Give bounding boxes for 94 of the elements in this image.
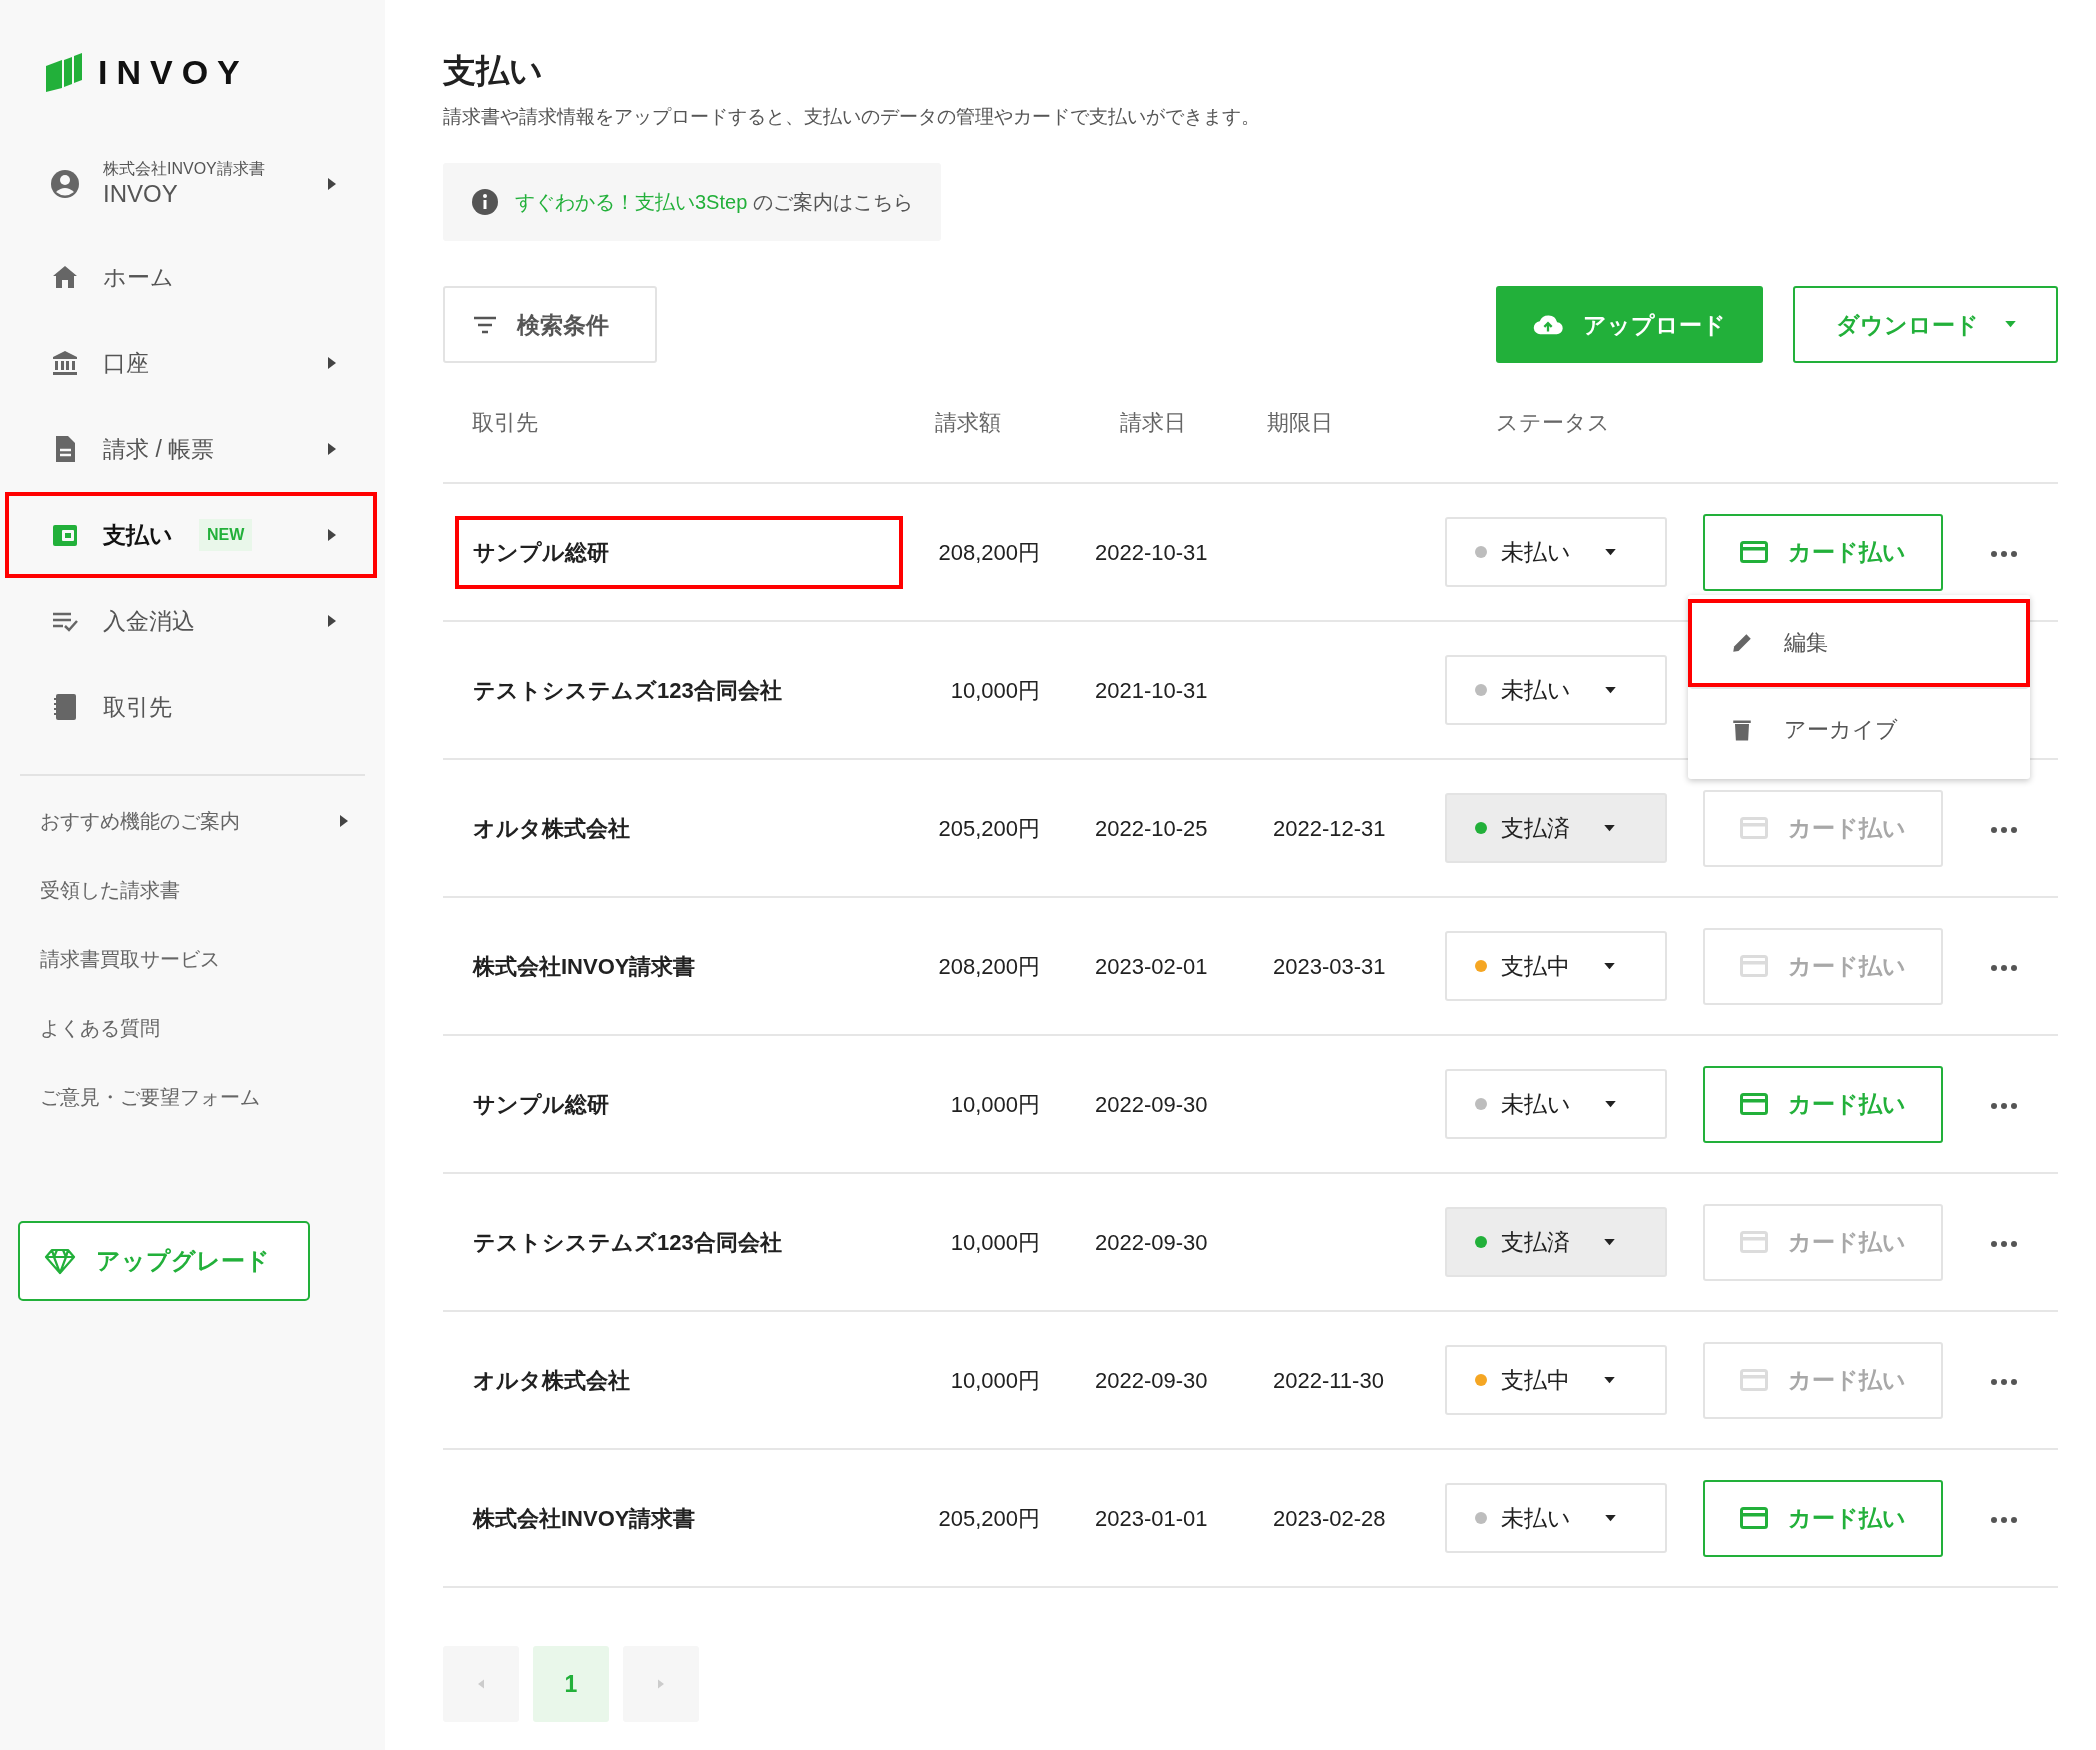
chevron-right-icon <box>658 1679 664 1690</box>
more-icon[interactable] <box>1990 550 2018 559</box>
column-header: 期限日 <box>1266 409 1334 438</box>
partner-name: サンプル総研 <box>455 515 903 589</box>
credit-card-icon <box>1740 541 1768 564</box>
status-dropdown[interactable]: 未払い <box>1445 655 1667 726</box>
date-cell-text: 2023-01-01 <box>1094 1504 1209 1533</box>
sidebar-item[interactable]: 口座 <box>5 320 377 406</box>
caret-icon <box>1605 1100 1616 1108</box>
filter-button[interactable]: 検索条件 <box>443 286 657 364</box>
chevron-left-icon <box>478 1679 484 1690</box>
company-name: 株式会社INVOY請求書 <box>103 158 265 178</box>
page-description: 請求書や請求情報をアップロードすると、支払いのデータの管理やカードで支払いができます。 <box>443 104 1261 129</box>
menu-item[interactable]: アーカイブ <box>1688 686 2030 775</box>
more-icon[interactable] <box>1990 1102 2018 1111</box>
sidebar-item[interactable]: 入金消込 <box>5 578 377 664</box>
date-cell: 2022-11-30 <box>1273 1367 1384 1393</box>
menu-item[interactable]: 編集 <box>1688 598 2030 687</box>
date-cell-text: 2022-09-30 <box>1094 1090 1209 1119</box>
sidebar-link[interactable]: 受領した請求書 <box>0 855 385 924</box>
status-dropdown[interactable]: 支払中 <box>1445 1345 1667 1416</box>
sidebar-item[interactable]: ホーム <box>5 234 377 320</box>
partner-name: 株式会社INVOY請求書 <box>471 952 697 981</box>
column-header: 請求日 <box>1119 409 1187 438</box>
sidebar-link[interactable]: おすすめ機能のご案内 <box>0 786 385 855</box>
partner-name: オルタ株式会社 <box>472 814 631 843</box>
amount-cell-text: 10,000円 <box>949 1090 1040 1119</box>
sidebar-item[interactable]: 請求 / 帳票 <box>5 406 377 492</box>
amount-cell-text: 205,200円 <box>937 1504 1040 1533</box>
more-icon[interactable] <box>1990 964 2018 973</box>
status-dropdown[interactable]: 支払済 <box>1445 793 1667 864</box>
date-cell: 2023-03-31 <box>1273 953 1386 979</box>
diamond-icon <box>44 1247 76 1275</box>
partner-name: 株式会社INVOY請求書 <box>471 1504 697 1533</box>
info-text: すぐわかる！支払い3Step のご案内はこちら <box>515 190 913 216</box>
credit-card-icon <box>1740 1507 1768 1530</box>
more-icon[interactable] <box>1990 1240 2018 1249</box>
column-header: 請求額 <box>934 409 1002 438</box>
date-cell-text: 2022-09-30 <box>1094 1228 1209 1257</box>
date-cell: 2023-02-28 <box>1273 1505 1386 1531</box>
column-header: 取引先 <box>471 409 539 438</box>
more-icon[interactable] <box>1990 1378 2018 1387</box>
credit-card-icon <box>1740 1231 1768 1254</box>
caret-icon <box>1605 686 1616 694</box>
caret-icon <box>2004 321 2016 329</box>
partner-name: オルタ株式会社 <box>472 1366 631 1395</box>
page-title: 支払い <box>443 51 544 91</box>
date-cell-text: 2022-10-31 <box>1094 538 1209 567</box>
sidebar-link[interactable]: 請求書買取サービス <box>0 924 385 993</box>
caret-icon <box>1605 548 1616 556</box>
status-dropdown[interactable]: 未払い <box>1445 1069 1667 1140</box>
caret-icon <box>1604 824 1615 832</box>
date-cell: 2022-12-31 <box>1273 815 1386 841</box>
cloud-upload-icon <box>1533 313 1563 336</box>
user-icon <box>49 168 81 200</box>
status-dropdown[interactable]: 支払済 <box>1445 1207 1667 1278</box>
credit-card-icon <box>1740 955 1768 978</box>
partner-name: テストシステムズ123合同会社 <box>472 1228 783 1257</box>
amount-cell-text: 208,200円 <box>937 538 1040 567</box>
caret-icon <box>1605 1514 1616 1522</box>
caret-icon <box>1604 1238 1615 1246</box>
credit-card-icon <box>1740 1369 1768 1392</box>
amount-cell-text: 208,200円 <box>937 952 1040 981</box>
more-icon[interactable] <box>1990 1516 2018 1525</box>
amount-cell-text: 10,000円 <box>949 1366 1040 1395</box>
amount-cell-text: 10,000円 <box>949 1228 1040 1257</box>
amount-cell-text: 205,200円 <box>937 814 1040 843</box>
more-icon[interactable] <box>1990 826 2018 835</box>
amount-cell-text: 10,000円 <box>949 676 1040 705</box>
caret-icon <box>1604 1376 1615 1384</box>
caret-icon <box>1604 962 1615 970</box>
sidebar-link[interactable]: よくある質問 <box>0 993 385 1062</box>
sidebar-link[interactable]: ご意見・ご要望フォーム <box>0 1062 385 1131</box>
credit-card-icon <box>1740 817 1768 840</box>
partner-name: テストシステムズ123合同会社 <box>472 676 783 705</box>
column-header: ステータス <box>1495 409 1611 438</box>
date-cell-text: 2022-10-25 <box>1094 814 1209 843</box>
user-name: INVOY <box>103 179 179 209</box>
partner-name: サンプル総研 <box>472 1090 610 1119</box>
status-dropdown[interactable]: 未払い <box>1445 517 1667 588</box>
logo-icon <box>44 52 84 92</box>
date-cell-text: 2022-09-30 <box>1094 1366 1209 1395</box>
filter-icon <box>473 315 497 334</box>
status-dropdown[interactable]: 支払中 <box>1445 931 1667 1002</box>
status-dropdown[interactable]: 未払い <box>1445 1483 1667 1554</box>
account-menu[interactable]: 株式会社INVOY請求書 INVOY <box>5 134 377 234</box>
date-cell-text: 2021-10-31 <box>1094 676 1209 705</box>
logo-text: INVOY <box>98 55 249 89</box>
date-cell-text: 2023-02-01 <box>1094 952 1209 981</box>
new-badge: NEW <box>199 519 253 551</box>
info-icon <box>471 188 499 217</box>
sidebar-item[interactable]: 支払い NEW <box>5 492 377 578</box>
credit-card-icon <box>1740 1093 1768 1116</box>
sidebar-item[interactable]: 取引先 <box>5 664 377 750</box>
